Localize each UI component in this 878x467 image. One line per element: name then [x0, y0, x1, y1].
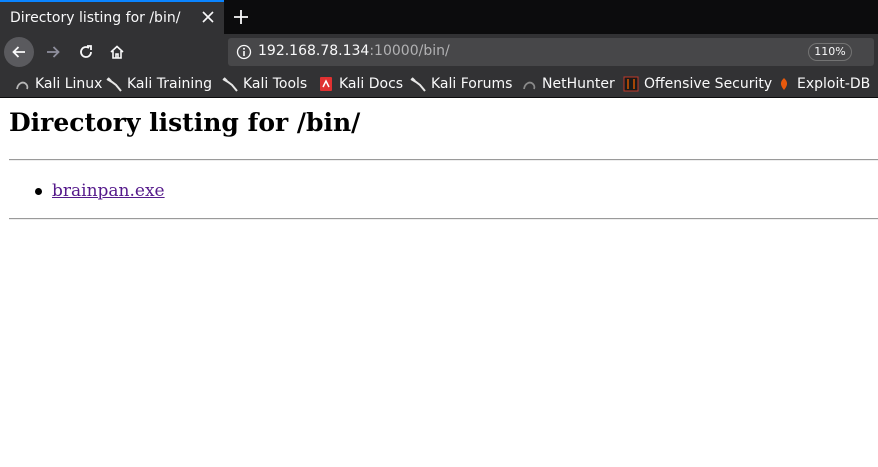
- divider: [9, 159, 878, 161]
- kali-dragon-icon: [410, 77, 426, 92]
- file-link[interactable]: brainpan.exe: [52, 181, 165, 201]
- divider: [9, 218, 878, 220]
- new-tab-button[interactable]: [230, 6, 252, 28]
- bookmark-exploit-db[interactable]: Exploit-DB: [776, 74, 870, 94]
- info-icon[interactable]: [236, 44, 252, 60]
- bookmarks-bar: Kali Linux Kali Training Kali Tools Kali…: [0, 70, 878, 98]
- kali-docs-icon: [320, 77, 332, 91]
- offsec-icon: [623, 76, 639, 92]
- kali-dragon-icon: [523, 81, 536, 90]
- tab-active[interactable]: Directory listing for /bin/: [0, 0, 224, 34]
- address-bar[interactable]: 192.168.78.134:10000/bin/ 110%: [228, 38, 874, 66]
- bookmark-kali-docs[interactable]: Kali Docs: [318, 74, 403, 94]
- zoom-level-button[interactable]: 110%: [808, 43, 852, 61]
- bookmark-label: Kali Forums: [431, 76, 513, 92]
- reload-button[interactable]: [71, 37, 101, 67]
- url-host: 192.168.78.134: [258, 43, 370, 59]
- bookmark-label: Kali Training: [127, 76, 212, 92]
- bookmark-label: NetHunter: [542, 76, 615, 92]
- bookmark-offensive-security[interactable]: Offensive Security: [623, 74, 772, 94]
- bookmark-label: Kali Docs: [339, 76, 404, 92]
- bullet: [35, 187, 42, 195]
- reload-icon: [80, 45, 92, 58]
- tab-strip: Directory listing for /bin/: [0, 0, 878, 34]
- kali-dragon-icon: [106, 77, 122, 92]
- exploit-db-icon: [780, 78, 788, 90]
- file-list: brainpan.exe: [35, 180, 165, 202]
- close-icon[interactable]: [200, 9, 216, 25]
- bookmark-kali-linux[interactable]: Kali Linux: [14, 74, 102, 94]
- home-icon: [110, 45, 124, 59]
- arrow-left-icon: [12, 46, 25, 58]
- kali-dragon-icon: [222, 77, 238, 92]
- bookmark-kali-training[interactable]: Kali Training: [106, 74, 212, 94]
- list-item: brainpan.exe: [35, 180, 165, 202]
- plus-icon: [234, 10, 248, 24]
- arrow-right-icon: [47, 46, 60, 58]
- home-button[interactable]: [102, 37, 132, 67]
- bookmark-label: Kali Linux: [35, 76, 103, 92]
- bookmark-kali-tools[interactable]: Kali Tools: [222, 74, 307, 94]
- bookmark-label: Kali Tools: [243, 76, 308, 92]
- bookmark-label: Offensive Security: [644, 76, 773, 92]
- nav-bar: 192.168.78.134:10000/bin/ 110%: [0, 34, 878, 70]
- url-text[interactable]: 192.168.78.134:10000/bin/: [258, 43, 450, 59]
- bookmark-kali-forums[interactable]: Kali Forums: [410, 74, 512, 94]
- bookmark-nethunter[interactable]: NetHunter: [521, 74, 615, 94]
- bookmark-label: Exploit-DB: [797, 76, 871, 92]
- page-title: Directory listing for /bin/: [9, 108, 361, 137]
- forward-button[interactable]: [38, 37, 68, 67]
- url-port-path: :10000/bin/: [369, 43, 450, 59]
- back-button[interactable]: [4, 37, 34, 67]
- page-content: Directory listing for /bin/ brainpan.exe: [0, 98, 878, 467]
- kali-dragon-icon: [16, 81, 29, 90]
- tab-title: Directory listing for /bin/: [10, 10, 181, 26]
